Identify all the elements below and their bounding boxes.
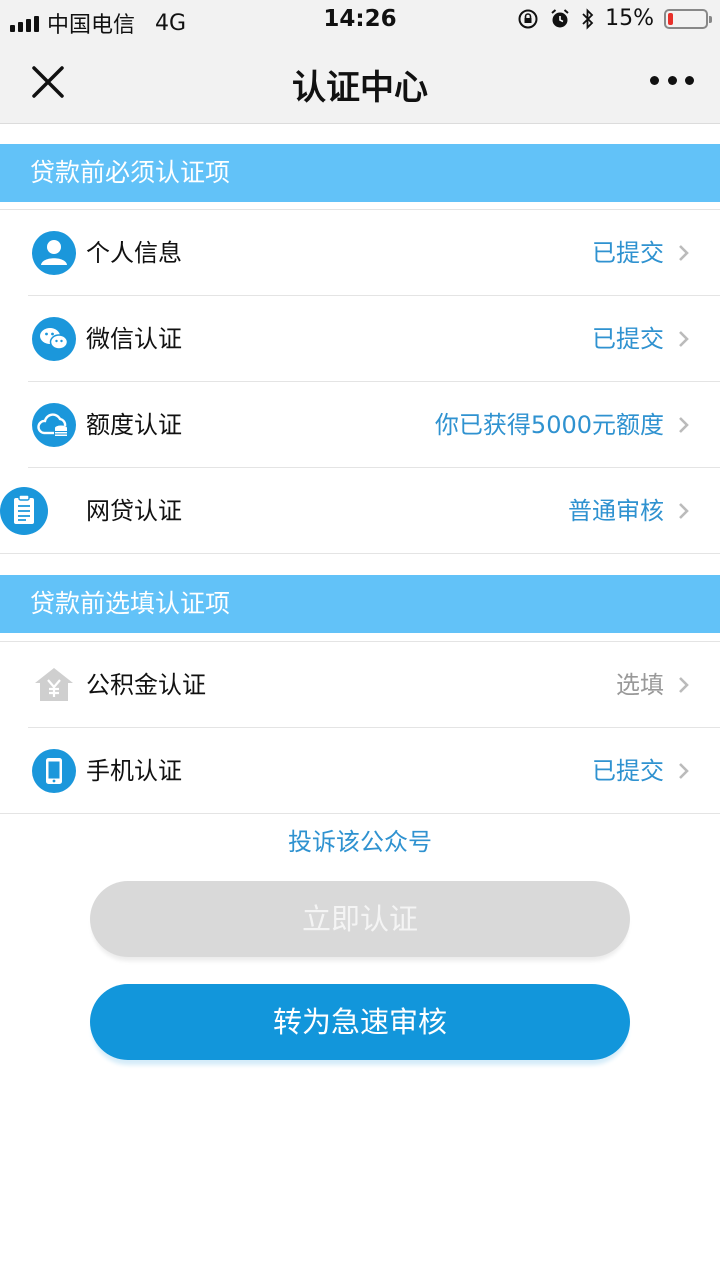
fast-review-button[interactable]: 转为急速审核 [90,984,630,1060]
chevron-right-icon [679,677,689,693]
item-label: 微信认证 [86,325,182,353]
item-status: 已提交 [592,325,664,353]
cloud-coins-icon [32,403,76,447]
optional-list: 公积金认证 选填 手机认证 已提交 [0,641,720,814]
more-icon[interactable] [650,68,694,92]
list-item-credit-limit[interactable]: 额度认证 你已获得5000元额度 [28,382,720,468]
chevron-right-icon [679,763,689,779]
page: 中国电信 4G 14:26 15% 认证中心 贷款前必须认证项 个人信息 已提交… [0,0,720,1280]
item-label: 网贷认证 [86,497,182,525]
status-bar: 中国电信 4G 14:26 15% [0,0,720,40]
clipboard-icon [0,487,48,535]
list-item-phone[interactable]: 手机认证 已提交 [0,728,720,814]
list-item-online-loan[interactable]: 网贷认证 普通审核 [0,468,720,554]
item-label: 手机认证 [86,757,182,785]
item-label: 个人信息 [86,239,182,267]
house-yen-icon [32,663,76,707]
person-icon [32,231,76,275]
item-status: 已提交 [592,757,664,785]
chevron-right-icon [679,245,689,261]
nav-bar: 认证中心 [0,40,720,124]
battery-percent: 15% [605,6,654,31]
phone-icon [32,749,76,793]
optional-section-header: 贷款前选填认证项 [0,575,720,633]
list-item-wechat[interactable]: 微信认证 已提交 [28,296,720,382]
required-section-header: 贷款前必须认证项 [0,144,720,202]
item-status: 你已获得5000元额度 [434,411,664,439]
verify-now-button[interactable]: 立即认证 [90,881,630,957]
list-item-housing-fund[interactable]: 公积金认证 选填 [28,642,720,728]
status-right: 15% [517,6,712,31]
page-title: 认证中心 [292,68,428,108]
rotation-lock-icon [518,9,538,28]
item-label: 公积金认证 [86,671,206,699]
bluetooth-icon [582,7,594,30]
chevron-right-icon [679,503,689,519]
alarm-icon [551,8,569,27]
battery-level [668,12,673,25]
item-status: 已提交 [592,239,664,267]
complaint-link[interactable]: 投诉该公众号 [0,822,720,857]
chevron-right-icon [679,331,689,347]
wechat-icon [32,317,76,361]
battery-icon [664,8,712,29]
item-label: 额度认证 [86,411,182,439]
item-status: 普通审核 [568,497,664,525]
list-item-personal-info[interactable]: 个人信息 已提交 [28,210,720,296]
chevron-right-icon [679,417,689,433]
item-status: 选填 [616,671,664,699]
required-list: 个人信息 已提交 微信认证 已提交 额度认证 你已获得5000元额度 网贷认证 … [0,209,720,554]
